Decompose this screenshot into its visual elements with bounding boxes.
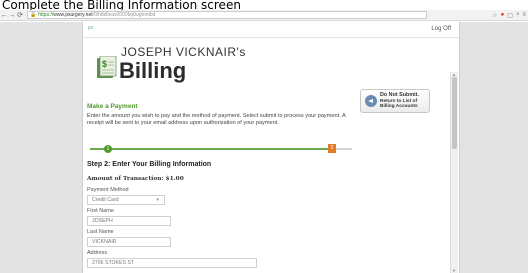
extension-icon[interactable]: ● — [501, 12, 505, 18]
scroll-down-icon[interactable]: ▼ — [452, 268, 456, 273]
billing-document-icon: $ — [97, 56, 117, 78]
caption: Complete the Billing Information screen — [0, 0, 528, 10]
site-header: $ JOSEPH VICKNAIR's Billing — [83, 38, 459, 92]
logoff-link[interactable]: Log Off — [431, 26, 451, 32]
owner-name: JOSEPH VICKNAIR's — [121, 45, 246, 59]
url-path: /0/htbilleas0000bq0ugtontbd — [92, 12, 156, 18]
payment-instructions: Enter the amount you wish to pay and the… — [87, 113, 346, 126]
reload-icon[interactable]: ⟳ — [16, 11, 24, 20]
first-name-field[interactable]: JOSEPH — [87, 216, 171, 226]
return-button-line3: Billing Accounts — [380, 104, 418, 109]
forward-arrow-icon[interactable]: → — [8, 11, 16, 20]
step-progress-bar: 1 2 — [87, 144, 357, 154]
browser-viewport: ps Log Off $ JOSEPH VICKNAIR's Billing M… — [0, 22, 528, 273]
page-scrollbar[interactable]: ▲ ▼ — [450, 72, 458, 273]
progress-step-2-marker: 2 — [328, 144, 336, 153]
return-arrow-icon — [365, 95, 377, 107]
close-icon[interactable]: × — [516, 12, 520, 18]
chevron-down-icon: ▾ — [156, 197, 159, 203]
payment-content: Make a Payment Enter the amount you wish… — [87, 89, 435, 273]
menu-icon[interactable]: ≡ — [522, 12, 526, 18]
url-host: www.psurgery.net — [53, 12, 93, 18]
browser-tool-icons: ☆ ● ▢ × ≡ — [492, 12, 528, 19]
window-icon[interactable]: ▢ — [507, 12, 513, 19]
progress-complete-segment — [90, 148, 330, 150]
transaction-amount: Amount of Transaction: $1.00 — [87, 176, 184, 182]
app-title: Billing — [119, 58, 187, 83]
scrollbar-thumb[interactable] — [452, 77, 457, 149]
address-label: Address — [87, 250, 108, 256]
step-title: Step 2: Enter Your Billing Information — [87, 161, 212, 168]
payment-method-label: Payment Method — [87, 187, 129, 193]
site-logo-icon[interactable]: ps — [88, 25, 93, 31]
return-to-accounts-button[interactable]: Do Not Submit. Return to List of Billing… — [360, 89, 430, 113]
payment-method-value: Credit Card — [92, 197, 119, 203]
address-field[interactable]: 2706 STOKES ST — [87, 258, 257, 268]
first-name-label: First Name — [87, 208, 114, 214]
url-scheme: https:// — [38, 12, 54, 18]
payment-method-select[interactable]: Credit Card ▾ — [87, 195, 165, 205]
back-arrow-icon[interactable]: ← — [0, 11, 8, 20]
last-name-field[interactable]: VICKNAIR — [87, 237, 171, 247]
last-name-label: Last Name — [87, 229, 114, 235]
payment-title: Make a Payment — [87, 103, 138, 110]
bookmark-star-icon[interactable]: ☆ — [492, 12, 497, 19]
progress-step-1-marker: 1 — [104, 145, 112, 153]
svg-text:$: $ — [102, 59, 107, 69]
site-topbar: ps Log Off — [83, 22, 459, 38]
return-button-label: Do Not Submit. Return to List of Billing… — [380, 92, 430, 110]
address-bar[interactable]: 🔒 https:// www.psurgery.net /0/htbilleas… — [27, 11, 427, 19]
browser-toolbar: ← → ⟳ 🔒 https:// www.psurgery.net /0/htb… — [0, 10, 528, 21]
lock-icon: 🔒 — [30, 12, 37, 18]
